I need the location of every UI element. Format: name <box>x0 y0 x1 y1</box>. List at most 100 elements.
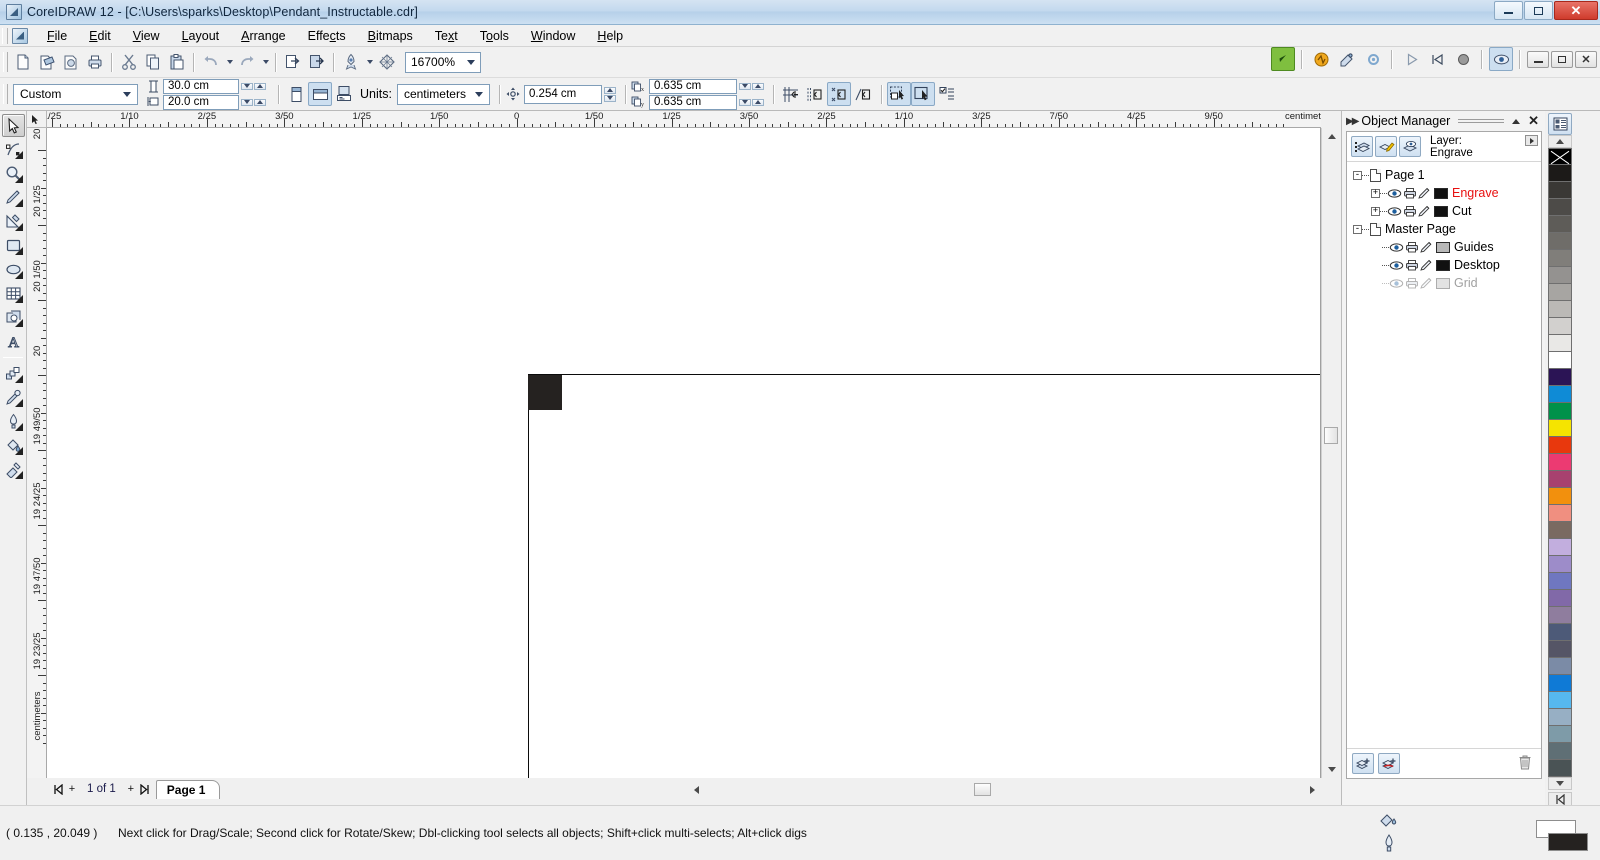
color-swatch[interactable] <box>1548 641 1572 658</box>
editable-pencil-icon[interactable] <box>1420 277 1433 289</box>
color-swatch[interactable] <box>1548 556 1572 573</box>
menu-arrange[interactable]: Arrange <box>230 27 296 45</box>
color-swatch[interactable] <box>1548 420 1572 437</box>
outline-pen-tool[interactable] <box>2 410 25 433</box>
text-tool[interactable]: A <box>2 330 25 353</box>
color-swatch[interactable] <box>1548 182 1572 199</box>
editable-pencil-icon[interactable] <box>1420 259 1433 271</box>
tree-layer-row[interactable]: Grid <box>1353 274 1541 292</box>
duplicate-x-up[interactable] <box>751 82 764 90</box>
tree-page-row[interactable]: - Page 1 <box>1353 166 1541 184</box>
nudge-offset-field[interactable]: 0.254 cm <box>523 84 602 104</box>
color-swatch[interactable] <box>1548 590 1572 607</box>
doc-close-button[interactable]: ✕ <box>1575 50 1597 68</box>
scroll-right-button[interactable] <box>1304 781 1321 798</box>
tree-layer-row[interactable]: Desktop <box>1353 256 1541 274</box>
page-setup-icon[interactable] <box>332 82 356 106</box>
restore-button[interactable] <box>1524 1 1553 20</box>
color-swatch[interactable] <box>1548 760 1572 777</box>
tree-expander[interactable]: - <box>1353 170 1362 180</box>
color-swatch[interactable] <box>1548 658 1572 675</box>
dynamic-guides-icon[interactable] <box>851 82 875 106</box>
corel-capture-icon[interactable] <box>1271 47 1295 71</box>
printable-printer-icon[interactable] <box>1403 205 1417 217</box>
visibility-eye-icon[interactable] <box>1389 242 1404 253</box>
color-swatch[interactable] <box>1548 488 1572 505</box>
doc-minimize-button[interactable] <box>1527 50 1549 68</box>
docker-close-icon[interactable]: ✕ <box>1528 113 1539 129</box>
export-icon[interactable] <box>305 50 329 74</box>
duplicate-x-field[interactable]: 0.635 cm <box>648 78 737 94</box>
color-swatch[interactable] <box>1548 199 1572 216</box>
paper-height-field[interactable]: 20.0 cm <box>163 94 239 110</box>
visibility-eye-icon[interactable] <box>1389 278 1404 289</box>
marquee-select-icon[interactable] <box>910 82 935 106</box>
color-swatch[interactable] <box>1548 437 1572 454</box>
tree-page-row[interactable]: - Master Page <box>1353 220 1541 238</box>
interactive-fill-tool[interactable] <box>2 458 25 481</box>
printable-printer-icon[interactable] <box>1405 241 1419 253</box>
color-swatch[interactable] <box>1548 573 1572 590</box>
ellipse-tool[interactable] <box>2 258 25 281</box>
printable-printer-icon[interactable] <box>1405 259 1419 271</box>
corel-photopaint-icon[interactable] <box>1309 47 1333 71</box>
color-swatch[interactable] <box>1548 726 1572 743</box>
tree-layer-row[interactable]: + Cut <box>1353 202 1541 220</box>
layer-manager-view-icon[interactable] <box>1399 136 1421 157</box>
launcher-dropdown-icon[interactable] <box>363 50 375 74</box>
docker-collapse-icon[interactable]: ▶▶ <box>1346 116 1359 127</box>
pick-tool[interactable] <box>1 114 25 137</box>
snap-to-grid-icon[interactable] <box>779 82 803 106</box>
page-tab-page-1[interactable]: Page 1 <box>155 779 221 799</box>
delete-icon[interactable] <box>1517 754 1533 774</box>
doc-restore-button[interactable] <box>1551 50 1573 68</box>
visibility-eye-icon[interactable] <box>1389 260 1404 271</box>
redo-icon[interactable] <box>235 50 259 74</box>
color-swatch[interactable] <box>1548 709 1572 726</box>
scroll-up-button[interactable] <box>1323 128 1340 145</box>
color-swatch[interactable] <box>1548 369 1572 386</box>
docker-flyout-icon[interactable] <box>1525 135 1538 146</box>
shape-tool[interactable] <box>2 138 25 161</box>
snap-to-guidelines-icon[interactable] <box>803 82 827 106</box>
tree-layer-row[interactable]: + Engrave <box>1353 184 1541 202</box>
layer-color-swatch[interactable] <box>1436 241 1450 253</box>
canvas-horizontal-scrollbar[interactable] <box>688 781 1321 798</box>
fill-tool[interactable] <box>2 434 25 457</box>
minimize-button[interactable] <box>1494 1 1523 20</box>
landscape-icon[interactable] <box>308 82 332 106</box>
color-swatch[interactable] <box>1548 284 1572 301</box>
new-master-layer-icon[interactable] <box>1378 753 1400 774</box>
zoom-level-combo[interactable]: 16700% <box>405 51 481 73</box>
menu-tools[interactable]: Tools <box>469 27 520 45</box>
color-swatch[interactable] <box>1548 403 1572 420</box>
edit-across-layers-icon[interactable] <box>1375 136 1397 157</box>
horizontal-scroll-thumb[interactable] <box>974 783 991 796</box>
none-swatch[interactable] <box>1548 148 1572 165</box>
import-icon[interactable] <box>281 50 305 74</box>
color-swatch[interactable] <box>1548 301 1572 318</box>
property-bar-grip[interactable] <box>3 84 8 104</box>
show-object-properties-icon[interactable] <box>1351 136 1373 157</box>
scroll-left-button[interactable] <box>688 781 705 798</box>
smart-drawing-tool[interactable] <box>2 210 25 233</box>
tree-expander[interactable]: - <box>1353 224 1362 234</box>
color-swatch[interactable] <box>1548 505 1572 522</box>
color-swatch[interactable] <box>1548 165 1572 182</box>
drawing-canvas[interactable] <box>47 128 1321 778</box>
menu-edit[interactable]: Edit <box>78 27 122 45</box>
last-page-button[interactable] <box>138 781 152 797</box>
rectangle-tool[interactable] <box>2 234 25 257</box>
zoom-tool[interactable] <box>2 162 25 185</box>
menu-text[interactable]: Text <box>424 27 469 45</box>
paper-height-down[interactable] <box>241 98 253 106</box>
palette-scroll-up[interactable] <box>1548 135 1572 148</box>
cut-icon[interactable] <box>117 50 141 74</box>
color-swatch[interactable] <box>1548 624 1572 641</box>
corel-online-icon[interactable] <box>375 50 399 74</box>
visibility-eye-icon[interactable] <box>1387 206 1402 217</box>
print-icon[interactable] <box>83 50 107 74</box>
open-icon[interactable] <box>35 50 59 74</box>
palette-scroll-down[interactable] <box>1548 777 1572 790</box>
vertical-scroll-thumb[interactable] <box>1324 427 1338 444</box>
